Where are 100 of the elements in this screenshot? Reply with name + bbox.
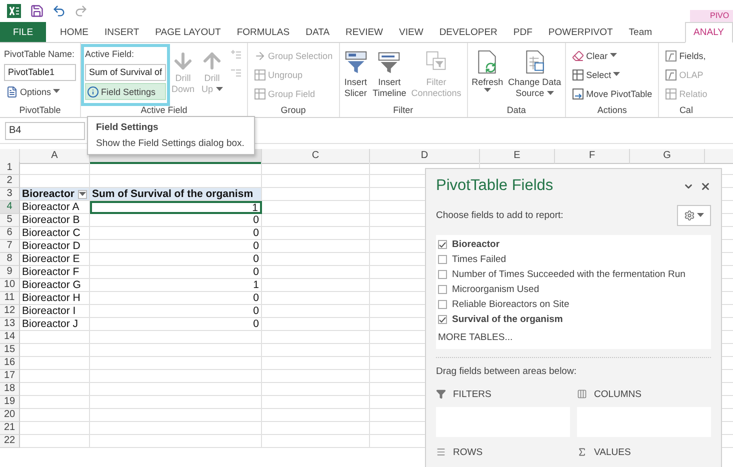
field-item[interactable]: Bioreactor <box>438 237 709 252</box>
name-box[interactable]: B4 <box>5 122 85 140</box>
header-text: Bioreactor <box>22 188 75 200</box>
ribbon-button[interactable]: Insert Timeline <box>372 47 406 99</box>
column-header[interactable]: C <box>262 149 370 164</box>
column-header[interactable]: A <box>20 149 90 164</box>
ribbon-tab[interactable]: FORMULAS <box>228 22 298 42</box>
ribbon-tab[interactable]: Team <box>620 22 660 42</box>
more-tables-link[interactable]: MORE TABLES... <box>438 332 709 343</box>
ribbon-button[interactable]: Clear <box>570 47 654 64</box>
ribbon-button[interactable]: Select <box>570 66 654 83</box>
slicer-icon <box>344 49 368 75</box>
move-table-icon <box>572 88 584 100</box>
table-cell <box>20 162 90 175</box>
row-header[interactable]: 12 <box>0 305 20 318</box>
ribbon-tab[interactable]: DEVELOPER <box>431 22 506 42</box>
row-header[interactable]: 14 <box>0 331 20 344</box>
ribbon-button[interactable]: Change Data Source <box>508 47 562 99</box>
close-icon[interactable] <box>700 180 711 192</box>
row-header[interactable]: 8 <box>0 253 20 266</box>
row-header[interactable]: 15 <box>0 344 20 357</box>
checkbox[interactable] <box>438 300 447 309</box>
row-header[interactable]: 11 <box>0 292 20 305</box>
context-tab-label: PIVO <box>690 10 733 22</box>
row-header[interactable]: 7 <box>0 240 20 253</box>
checkbox[interactable] <box>438 255 447 264</box>
field-item[interactable]: Number of Times Succeeded with the fermentation Run <box>438 267 709 282</box>
redo-icon[interactable] <box>74 4 88 18</box>
ribbon-tab[interactable]: REVIEW <box>338 22 392 42</box>
table-cell <box>20 422 90 435</box>
row-header[interactable]: 1 <box>0 162 20 175</box>
field-item[interactable]: Microorganism Used <box>438 282 709 297</box>
row-header[interactable]: 17 <box>0 370 20 383</box>
caret-icon <box>79 192 86 196</box>
filter-dropdown-button[interactable] <box>78 190 87 198</box>
caret-icon <box>546 91 554 96</box>
checkbox[interactable] <box>438 240 447 249</box>
checkbox[interactable] <box>438 315 447 324</box>
column-header[interactable]: F <box>555 149 630 164</box>
row-header[interactable]: 21 <box>0 422 20 435</box>
ribbon-button[interactable]: Insert Slicer <box>344 47 368 99</box>
ribbon-button[interactable]: Options <box>4 83 76 100</box>
checkbox[interactable] <box>438 285 447 294</box>
row-header[interactable]: 5 <box>0 214 20 227</box>
caret-icon <box>484 88 491 93</box>
ribbon-button[interactable]: Fields, <box>663 47 710 64</box>
undo-icon[interactable] <box>52 4 66 18</box>
table-cell <box>20 357 90 370</box>
row-header[interactable]: 22 <box>0 435 20 448</box>
ribbon-tab[interactable]: PDF <box>505 22 540 42</box>
ribbon-button[interactable]: Refresh <box>472 47 504 93</box>
table-cell <box>20 383 90 396</box>
input-field[interactable]: PivotTable1 <box>4 64 76 81</box>
table-cell <box>20 409 90 422</box>
row-header[interactable]: 18 <box>0 383 20 396</box>
row-header[interactable]: 19 <box>0 396 20 409</box>
field-item[interactable]: Reliable Bioreactors on Site <box>438 297 709 312</box>
column-header[interactable]: G <box>630 149 705 164</box>
group-label: Filter <box>392 104 414 117</box>
table-cell: Bioreactor B <box>20 214 90 227</box>
row-header[interactable]: 9 <box>0 266 20 279</box>
ribbon-tab[interactable]: PAGE LAYOUT <box>147 22 229 42</box>
caret-icon <box>53 89 60 94</box>
ribbon-tab[interactable]: ANALY <box>684 22 733 43</box>
table-cell <box>20 370 90 383</box>
table-cell: 0 <box>90 292 262 305</box>
column-header[interactable]: D <box>370 149 480 164</box>
row-header[interactable]: 4 <box>0 201 20 214</box>
ribbon-tab[interactable]: VIEW <box>391 22 432 42</box>
settings-button[interactable] <box>677 205 711 226</box>
expand-icon <box>230 49 242 61</box>
row-header[interactable]: 6 <box>0 227 20 240</box>
table-cell: 0 <box>90 240 262 253</box>
function-table-icon <box>665 50 678 62</box>
group-label: Actions <box>596 104 628 117</box>
row-header[interactable]: 16 <box>0 357 20 370</box>
ribbon-button[interactable]: Move PivotTable <box>570 85 654 102</box>
save-icon[interactable] <box>30 4 44 18</box>
table-icon <box>254 68 266 80</box>
row-header[interactable]: 20 <box>0 409 20 422</box>
field-item[interactable]: Survival of the organism <box>438 312 709 327</box>
column-header[interactable]: E <box>480 149 555 164</box>
input-field[interactable]: Sum of Survival of <box>85 64 166 81</box>
ribbon-tab[interactable]: DATA <box>298 22 338 42</box>
spreadsheet-logo-icon[interactable] <box>6 3 22 19</box>
ribbon-button[interactable]: Field Settings <box>85 83 166 100</box>
ribbon-tab[interactable]: POWERPIVOT <box>540 22 621 42</box>
ribbon-tab[interactable]: FILE <box>0 22 46 42</box>
area-label: FILTERS <box>436 387 570 401</box>
ribbon-tab[interactable]: INSERT <box>96 22 148 42</box>
row-header[interactable]: 3 <box>0 188 20 201</box>
row-header[interactable]: 10 <box>0 279 20 292</box>
checkbox[interactable] <box>438 270 447 279</box>
field-item[interactable]: Times Failed <box>438 252 709 267</box>
row-header[interactable]: 2 <box>0 175 20 188</box>
row-header[interactable]: 13 <box>0 318 20 331</box>
ribbon-tab[interactable]: HOME <box>52 22 96 42</box>
table-cell: Bioreactor F <box>20 266 90 279</box>
caret-icon <box>610 53 617 58</box>
table-cell: Bioreactor I <box>20 305 90 318</box>
